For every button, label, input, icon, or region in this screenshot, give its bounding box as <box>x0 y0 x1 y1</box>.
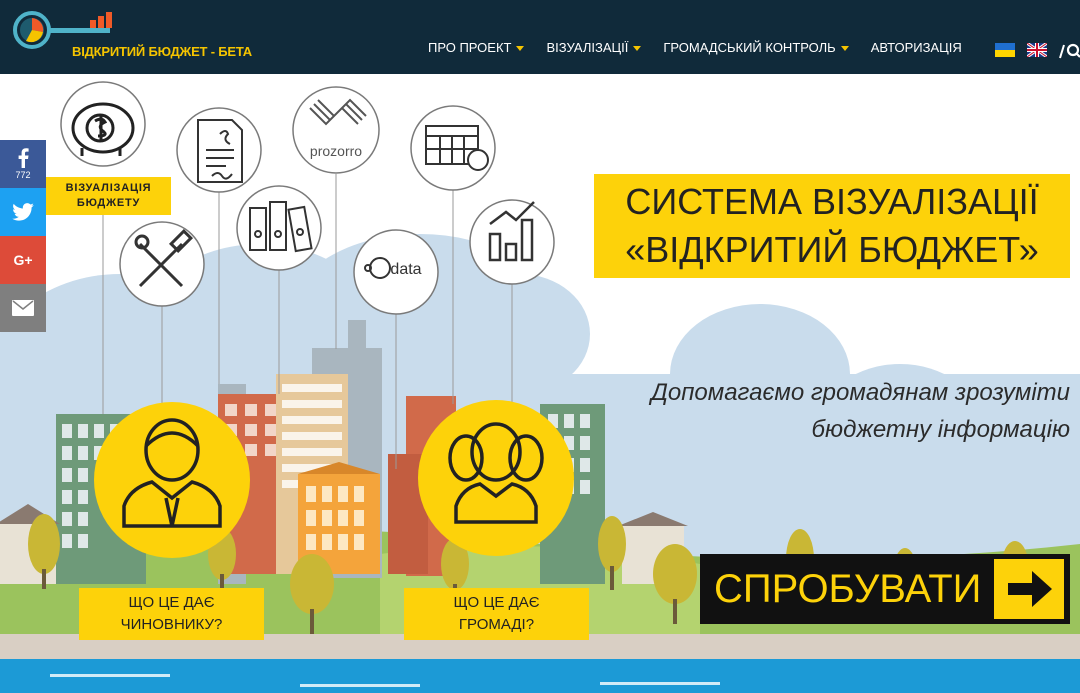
facebook-share-count: 772 <box>15 170 31 180</box>
budget-visualization-label[interactable]: ВІЗУАЛІЗАЦІЯ БЮДЖЕТУ <box>46 177 171 215</box>
officials-benefits-button[interactable]: ЩО ЦЕ ДАЄ ЧИНОВНИКУ? <box>79 588 264 640</box>
viz-label-line2: БЮДЖЕТУ <box>76 197 141 209</box>
hero-subtitle-line1: Допомагаємо громадянам зрозуміти <box>650 379 1070 406</box>
search-icon[interactable] <box>1058 42 1080 60</box>
try-button-label: СПРОБУВАТИ <box>714 566 982 611</box>
community-benefits-button[interactable]: ЩО ЦЕ ДАЄ ГРОМАДІ? <box>404 588 589 640</box>
email-share-button[interactable] <box>0 284 46 332</box>
email-icon <box>12 300 34 316</box>
hero-title-line1: СИСТЕМА ВІЗУАЛІЗАЦІЇ <box>625 181 1039 222</box>
community-line2: ГРОМАДІ? <box>458 616 535 633</box>
hero-subtitle: Допомагаємо громадянам зрозуміти бюджетн… <box>600 374 1070 448</box>
site-logo[interactable]: ВІДКРИТИЙ БЮДЖЕТ - БЕТА <box>12 8 272 59</box>
arrow-right-icon <box>994 559 1064 619</box>
hero-subtitle-line2: бюджетну інформацію <box>811 416 1070 443</box>
nav-about[interactable]: ПРО ПРОЕКТ <box>428 40 525 55</box>
google-plus-share-button[interactable]: G+ <box>0 236 46 284</box>
officials-line2: ЧИНОВНИКУ? <box>120 616 223 633</box>
try-button[interactable]: СПРОБУВАТИ <box>700 554 1070 624</box>
facebook-icon <box>18 148 29 168</box>
language-switcher <box>995 43 1047 57</box>
nav-public-control-label: ГРОМАДСЬКИЙ КОНТРОЛЬ <box>663 40 836 55</box>
community-line1: ЩО ЦЕ ДАЄ <box>453 594 540 611</box>
nav-visualizations[interactable]: ВІЗУАЛІЗАЦІЇ <box>546 40 642 55</box>
nav-about-label: ПРО ПРОЕКТ <box>428 40 512 55</box>
google-plus-icon: G+ <box>13 252 33 268</box>
ua-flag-icon[interactable] <box>995 43 1015 57</box>
edata-logo-text: data <box>390 261 421 278</box>
nav-login-label: АВТОРИЗАЦІЯ <box>870 40 962 55</box>
site-header: ВІДКРИТИЙ БЮДЖЕТ - БЕТА ПРО ПРОЕКТ ВІЗУА… <box>0 0 1080 74</box>
uk-flag-icon[interactable] <box>1027 43 1047 57</box>
twitter-icon <box>12 203 34 221</box>
logo-text: ВІДКРИТИЙ БЮДЖЕТ - БЕТА <box>72 44 252 59</box>
chevron-down-icon <box>633 46 642 51</box>
nav-login[interactable]: АВТОРИЗАЦІЯ <box>871 40 962 55</box>
prozorro-logo-text: prozorro <box>310 143 362 159</box>
hero-section: prozorro data СИСТЕМА ВІЗУАЛІЗАЦІЇ «ВІДК… <box>0 74 1080 693</box>
chevron-down-icon <box>840 46 849 51</box>
main-nav: ПРО ПРОЕКТ ВІЗУАЛІЗАЦІЇ ГРОМАДСЬКИЙ КОНТ… <box>428 40 962 55</box>
facebook-share-button[interactable]: 772 <box>0 140 46 188</box>
social-share-bar: 772 G+ <box>0 140 46 332</box>
hero-title-box: СИСТЕМА ВІЗУАЛІЗАЦІЇ «ВІДКРИТИЙ БЮДЖЕТ» <box>594 174 1070 278</box>
hero-title-line2: «ВІДКРИТИЙ БЮДЖЕТ» <box>625 229 1039 270</box>
viz-label-line1: ВІЗУАЛІЗАЦІЯ <box>65 182 152 194</box>
nav-public-control[interactable]: ГРОМАДСЬКИЙ КОНТРОЛЬ <box>663 40 849 55</box>
nav-visualizations-label: ВІЗУАЛІЗАЦІЇ <box>546 40 629 55</box>
officials-line1: ЩО ЦЕ ДАЄ <box>128 594 215 611</box>
twitter-share-button[interactable] <box>0 188 46 236</box>
chevron-down-icon <box>516 46 525 51</box>
